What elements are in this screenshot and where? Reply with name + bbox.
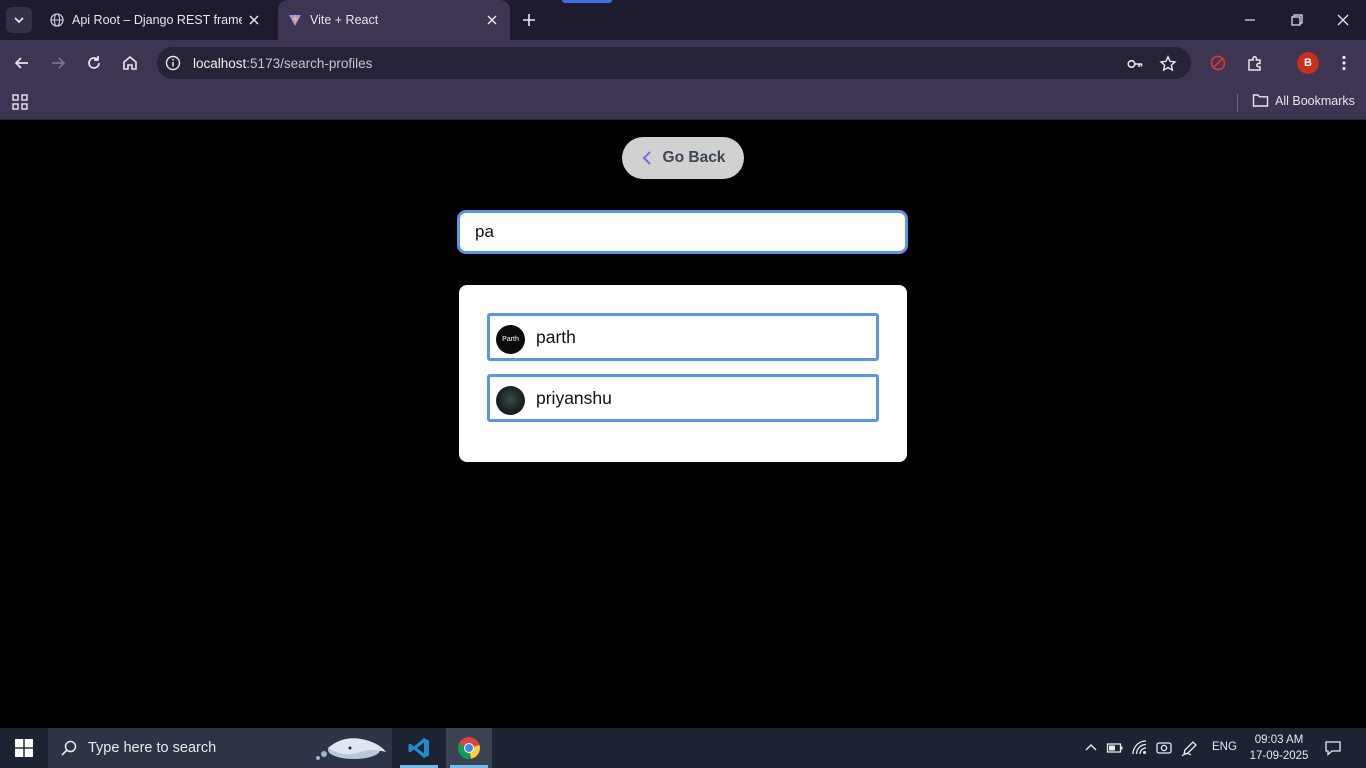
battery-icon[interactable]: [1106, 739, 1124, 757]
apps-grid-icon[interactable]: [11, 93, 29, 111]
taskbar-vscode[interactable]: [396, 728, 442, 768]
close-tab-icon[interactable]: [246, 12, 262, 28]
search-input-wrapper: [457, 210, 908, 254]
taskbar-search-placeholder: Type here to search: [88, 740, 217, 756]
browser-tab-strip: Api Root – Django REST framew Vite + Rea…: [0, 0, 1366, 40]
vscode-icon: [408, 738, 429, 758]
site-info-icon[interactable]: [165, 55, 181, 71]
search-input[interactable]: [460, 213, 905, 251]
bookmarks-divider: [1237, 94, 1238, 112]
globe-icon: [50, 13, 64, 27]
back-arrow-icon[interactable]: [12, 53, 32, 73]
windows-logo-icon: [15, 739, 33, 757]
all-bookmarks-button[interactable]: All Bookmarks: [1252, 93, 1355, 108]
tab-drag-indicator: [562, 0, 612, 3]
go-back-button[interactable]: Go Back: [622, 137, 744, 179]
taskbar-chrome[interactable]: [446, 728, 492, 768]
folder-icon: [1252, 94, 1269, 107]
notifications-icon[interactable]: [1324, 739, 1342, 757]
avatar: [496, 386, 525, 415]
chevron-up-icon[interactable]: [1082, 739, 1100, 757]
forward-arrow-icon[interactable]: [48, 53, 68, 73]
chevron-left-icon: [642, 151, 651, 165]
start-button[interactable]: [0, 728, 48, 768]
tab-vite-react[interactable]: Vite + React: [278, 0, 510, 40]
avatar: Parth: [496, 325, 525, 354]
close-window-icon[interactable]: [1333, 10, 1353, 30]
profile-avatar[interactable]: B: [1297, 52, 1319, 74]
tab-title: Api Root – Django REST framew: [72, 13, 242, 27]
url-path: :5173/search-profiles: [246, 56, 373, 71]
all-bookmarks-label: All Bookmarks: [1275, 93, 1355, 108]
go-back-label: Go Back: [662, 149, 726, 166]
tab-django-api[interactable]: Api Root – Django REST framew: [40, 0, 272, 40]
taskbar-clock[interactable]: 09:03 AM 17-09-2025: [1247, 732, 1311, 764]
clock-time: 09:03 AM: [1254, 734, 1304, 746]
minimize-icon[interactable]: [1240, 10, 1260, 30]
profile-name: parth: [536, 327, 576, 347]
restore-icon[interactable]: [1287, 10, 1307, 30]
clock-date: 17-09-2025: [1249, 750, 1309, 762]
language-indicator[interactable]: ENG: [1212, 741, 1237, 753]
url-text: localhost:5173/search-profiles: [193, 56, 372, 71]
vite-logo-icon: [289, 14, 301, 26]
reload-icon[interactable]: [84, 53, 104, 73]
bookmarks-bar: All Bookmarks: [0, 86, 1366, 120]
home-icon[interactable]: [120, 53, 140, 73]
url-host: localhost: [193, 56, 247, 71]
tab-search-button[interactable]: [6, 7, 32, 33]
browser-toolbar: localhost:5173/search-profiles B: [0, 40, 1366, 86]
taskbar-search-box[interactable]: Type here to search: [48, 728, 392, 768]
tab-title: Vite + React: [310, 13, 379, 27]
chevron-down-icon: [14, 17, 24, 24]
search-highlight-illustration-icon: [316, 738, 386, 760]
new-tab-icon[interactable]: [520, 11, 538, 29]
close-tab-icon[interactable]: [484, 12, 500, 28]
password-key-icon[interactable]: [1126, 55, 1144, 73]
avatar-text: Parth: [502, 336, 519, 343]
profile-result-item[interactable]: Parth parth: [487, 313, 879, 361]
search-results-panel: Parth parth priyanshu: [459, 285, 907, 462]
search-icon: [61, 740, 77, 756]
camera-icon[interactable]: [1155, 739, 1173, 757]
extension-blocked-icon[interactable]: [1208, 53, 1228, 73]
extensions-puzzle-icon[interactable]: [1245, 53, 1265, 73]
chrome-icon: [458, 737, 480, 759]
pen-icon[interactable]: [1181, 739, 1199, 757]
search-profiles-page: Go Back Parth parth priyanshu: [0, 121, 1366, 728]
windows-taskbar: Type here to search ENG 09:03 AM 17-09-2…: [0, 728, 1366, 768]
bookmark-star-icon[interactable]: [1159, 55, 1177, 73]
address-bar[interactable]: localhost:5173/search-profiles: [157, 47, 1191, 79]
wifi-icon[interactable]: [1131, 739, 1149, 757]
profile-result-item[interactable]: priyanshu: [487, 374, 879, 422]
profile-name: priyanshu: [536, 388, 612, 408]
more-menu-icon[interactable]: [1334, 53, 1354, 73]
